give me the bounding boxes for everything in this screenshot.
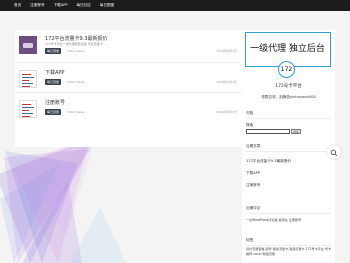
- recent-posts-title: 近期文章: [246, 144, 261, 148]
- document-icon[interactable]: [19, 70, 37, 88]
- section-divider: [246, 213, 331, 214]
- recent-post-link[interactable]: 下载APP: [246, 171, 260, 176]
- archive-title: 归档: [246, 111, 254, 115]
- post-title[interactable]: 注册账号: [45, 99, 65, 106]
- view-count: 1901 Views: [67, 80, 85, 84]
- post-list: 172平台流量卡9.3最新报价 172号卡平台一级代理招商加盟 手机流量卡 每日…: [15, 30, 243, 147]
- document-icon[interactable]: [19, 100, 37, 118]
- category-tag[interactable]: 每日流量: [45, 48, 62, 54]
- post-date: 2024年8月3日: [216, 80, 237, 84]
- post-date: 2024年8月3日: [216, 110, 237, 114]
- tag-cloud[interactable]: 低价流量套餐 靓号 移动流量卡 联通流量卡 172号卡平台 号卡推荐 novel…: [246, 247, 332, 257]
- post-item[interactable]: 172平台流量卡9.3最新报价 172号卡平台一级代理招商加盟 手机流量卡 每日…: [15, 32, 243, 60]
- post-title[interactable]: 172平台流量卡9.3最新报价: [45, 35, 108, 42]
- view-count: 1590 Views: [67, 110, 85, 114]
- nav-item-gallery[interactable]: 每日图鉴: [100, 3, 114, 8]
- section-divider: [246, 151, 331, 152]
- banner-text: 一级代理 独立后台: [250, 44, 325, 54]
- sidebar: 一级代理 独立后台 172 172号卡平台 进群交流，加微信yinhoudan0…: [242, 30, 335, 263]
- recent-comment-item[interactable]: 一位WordPress评论者 发表在 注册账号: [246, 217, 301, 222]
- recent-post-link[interactable]: 172平台流量卡9.3最新报价: [246, 159, 291, 164]
- view-count: 1011 Views: [67, 49, 85, 53]
- nav-item-download[interactable]: 下载APP: [54, 3, 68, 8]
- post-item[interactable]: 注册账号 每日流量 1590 Views 2024年8月3日: [15, 92, 243, 124]
- recent-comments-title: 近期评论: [246, 206, 261, 210]
- post-title[interactable]: 下载APP: [45, 69, 64, 76]
- category-tag[interactable]: 每日流量: [45, 109, 62, 115]
- platform-logo-icon[interactable]: [19, 36, 37, 54]
- tags-title: 标签: [246, 238, 254, 242]
- sidebar-site-name: 172号卡平台: [275, 84, 302, 89]
- search-icon: [330, 149, 338, 157]
- nav-item-home[interactable]: 首页: [14, 3, 21, 8]
- top-nav-bar: 首页 注册账号 下载APP 每日社区 每日图鉴: [0, 0, 350, 11]
- post-excerpt: 172号卡平台一级代理招商加盟 手机流量卡: [45, 42, 103, 46]
- sidebar-wechat-text: 进群交流，加微信yinhoudan000: [261, 95, 316, 99]
- section-divider: [246, 245, 331, 246]
- search-button[interactable]: 搜索: [291, 129, 301, 134]
- post-date: 2024年8月3日: [216, 49, 237, 53]
- post-item[interactable]: 下载APP 每日流量 1901 Views 2024年8月3日: [15, 62, 243, 94]
- platform-badge: 172: [278, 61, 295, 78]
- section-divider: [246, 118, 331, 119]
- search-label: 搜索: [246, 123, 254, 127]
- category-tag[interactable]: 每日流量: [45, 79, 62, 85]
- search-input[interactable]: [246, 129, 290, 134]
- floating-search-button[interactable]: [327, 145, 341, 159]
- nav-item-register[interactable]: 注册账号: [30, 3, 44, 8]
- recent-post-link[interactable]: 注册账号: [246, 183, 260, 188]
- nav-item-community[interactable]: 每日社区: [77, 3, 91, 8]
